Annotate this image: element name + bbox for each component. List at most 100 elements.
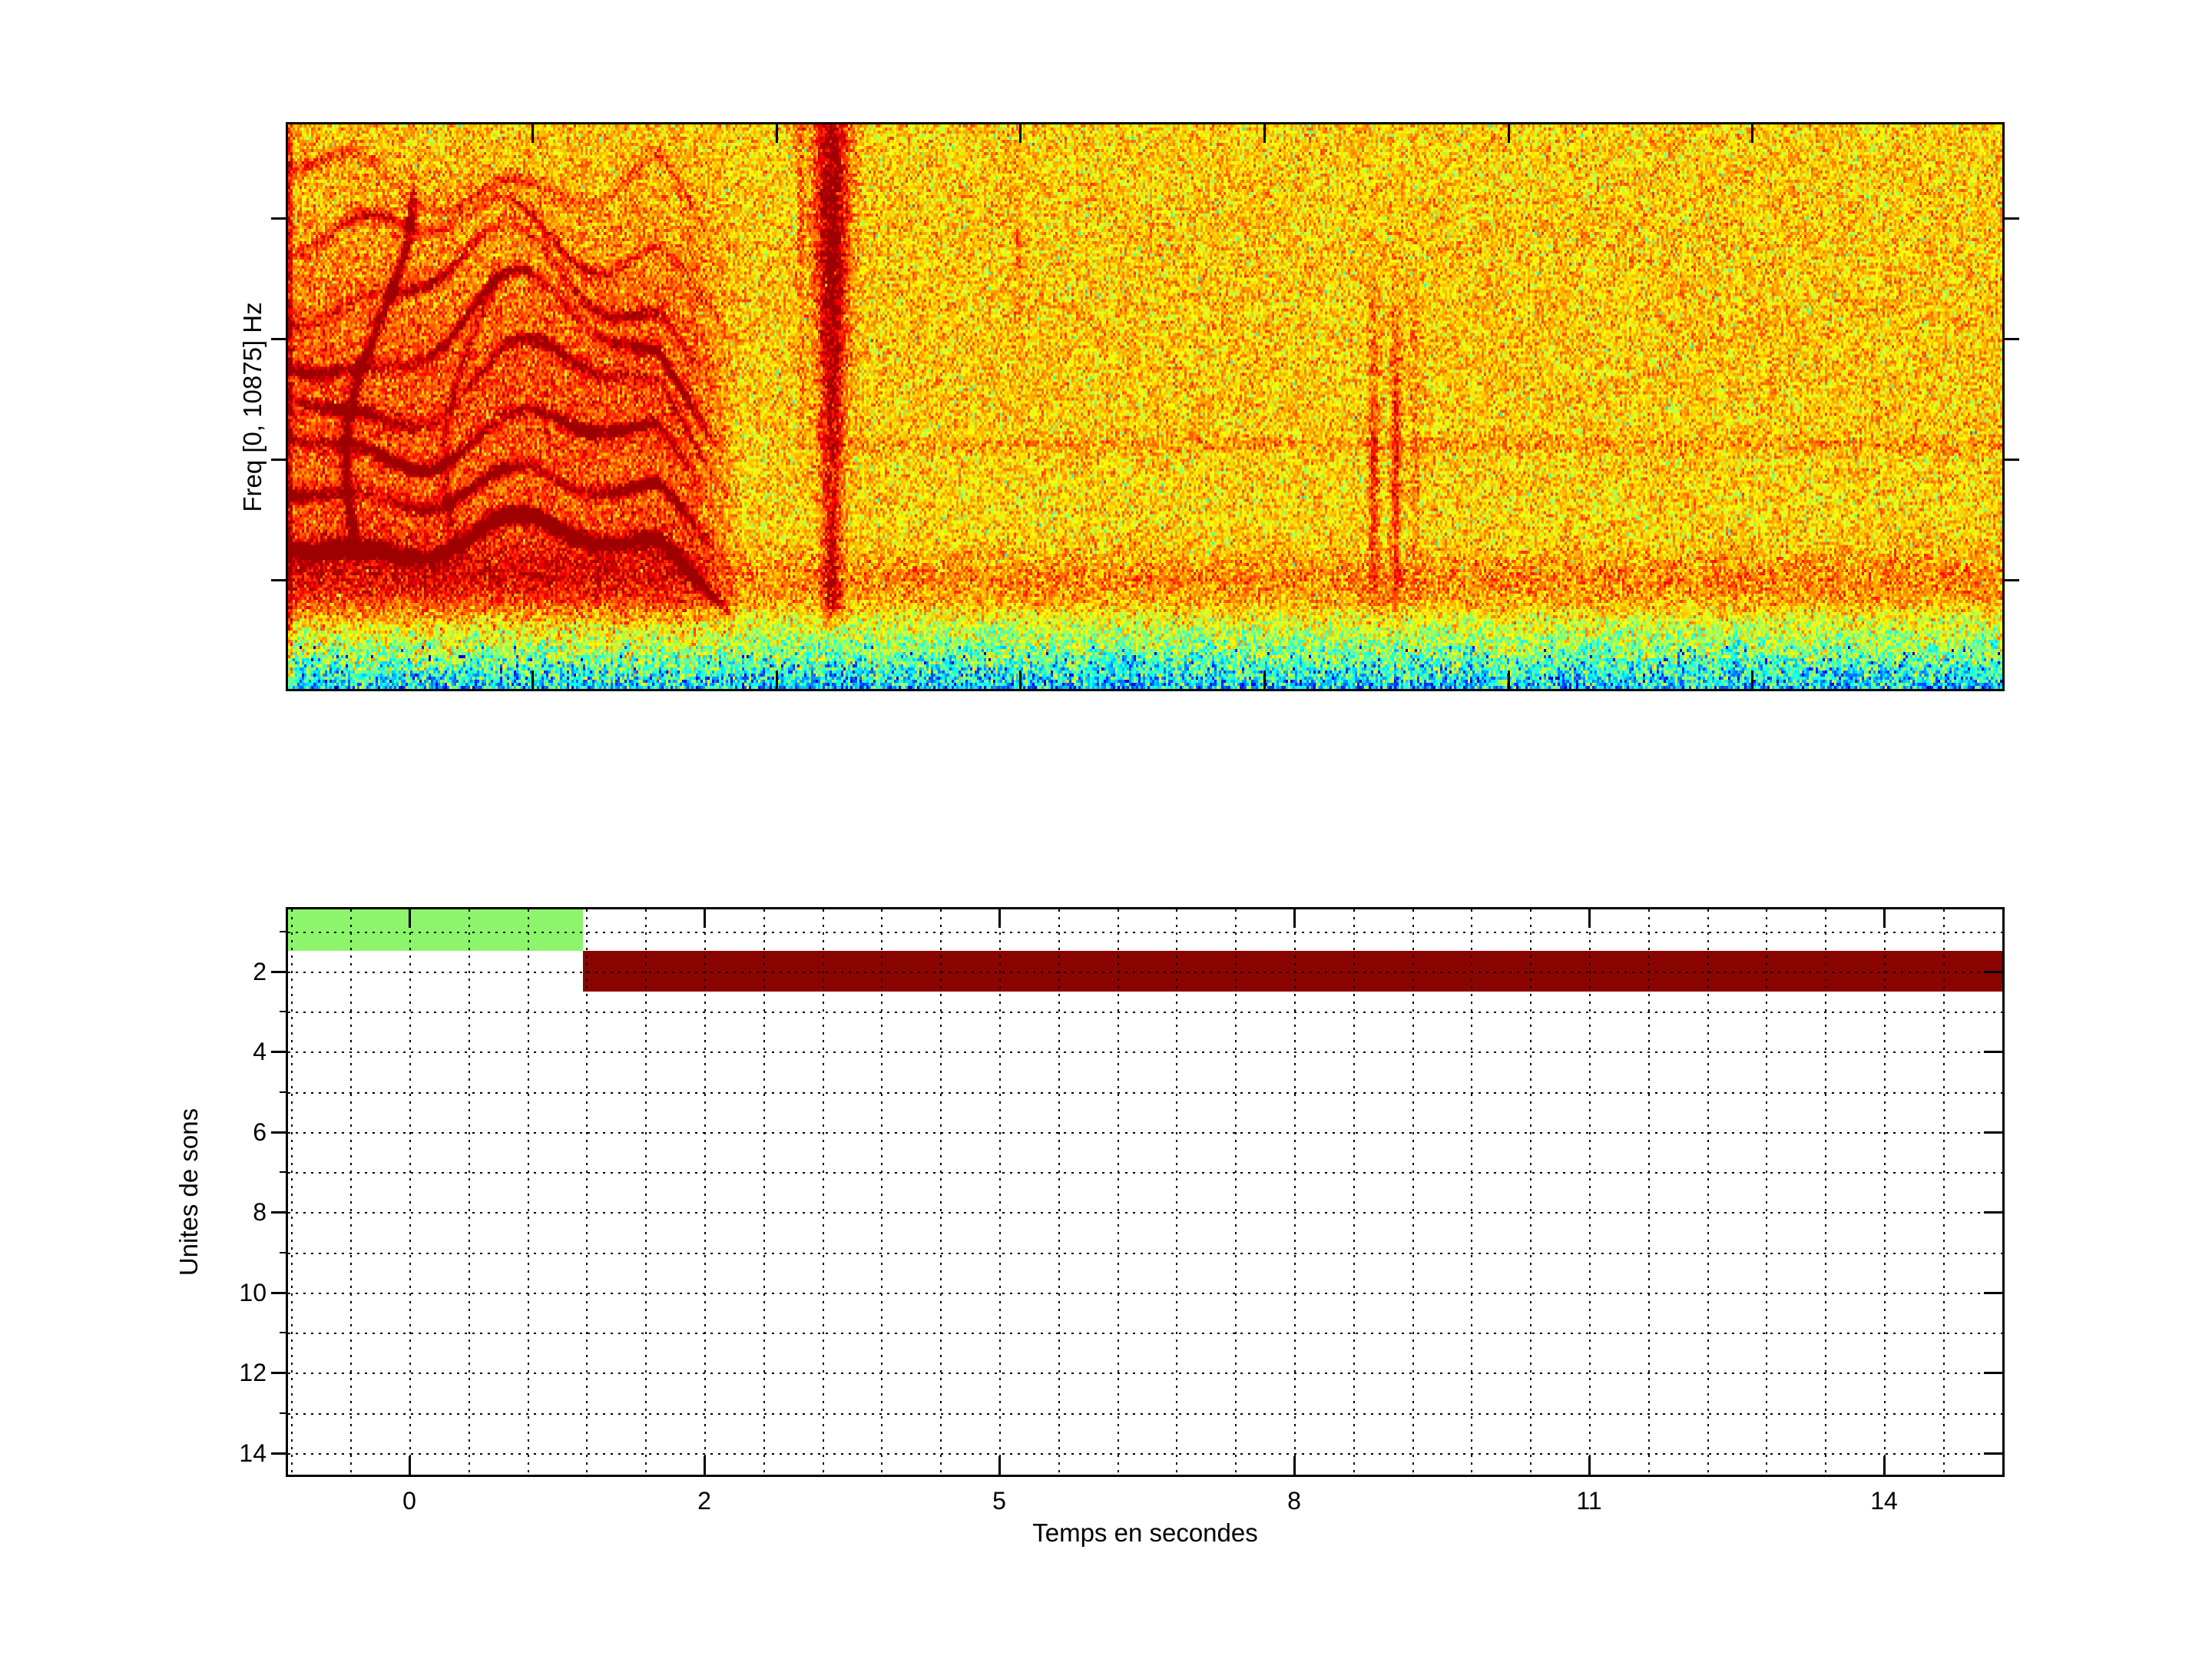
y-tick-major	[271, 1211, 288, 1214]
spectrogram-image	[288, 124, 2002, 689]
major-gridline-h	[288, 1131, 2002, 1134]
y-tick-label: 10	[239, 1278, 267, 1306]
y-tick-minor	[280, 930, 288, 932]
y-tick-minor	[280, 1091, 288, 1093]
y-tick-inner-right	[1984, 1291, 2002, 1294]
x-tick-inner-bottom	[1883, 1456, 1886, 1475]
y-tick-major	[271, 1051, 288, 1054]
y-tick-inner-right	[1984, 1372, 2002, 1375]
y-tick-inner-right	[1984, 970, 2002, 973]
spec-x-tick-inner-bottom	[1263, 671, 1266, 689]
gridline-v	[999, 909, 1001, 1475]
spec-y-tick-outer-right	[2002, 338, 2019, 340]
x-tick-label: 11	[1576, 1487, 1602, 1515]
gridline-v	[1707, 909, 1709, 1475]
gridline-v	[350, 909, 353, 1475]
x-tick-label: 8	[1287, 1487, 1301, 1515]
major-gridline-h	[288, 1292, 2002, 1294]
y-tick-label: 4	[253, 1038, 267, 1066]
y-tick-major	[271, 1131, 288, 1134]
x-tick-inner-bottom	[1588, 1456, 1591, 1475]
minor-gridline-h	[288, 931, 2002, 933]
spectrogram-ylabel: Freq [0, 10875] Hz	[238, 302, 267, 512]
gridline-v	[409, 909, 411, 1475]
spec-x-tick-inner-top	[1263, 124, 1266, 143]
minor-gridline-h	[288, 1172, 2002, 1174]
gridline-v	[1530, 909, 1532, 1475]
minor-gridline-h	[288, 1412, 2002, 1415]
minor-gridline-h	[288, 1333, 2002, 1335]
units-ylabel: Unites de sons	[174, 1108, 203, 1277]
gridline-v	[1412, 909, 1414, 1475]
x-tick-label: 0	[402, 1487, 416, 1515]
segment-bar-unit-1	[288, 909, 583, 951]
spec-x-tick-inner-top	[1508, 124, 1510, 143]
y-tick-label: 6	[253, 1118, 267, 1146]
gridline-v	[822, 909, 824, 1475]
y-tick-major	[271, 1372, 288, 1375]
gridline-v	[1766, 909, 1768, 1475]
y-tick-label: 14	[239, 1439, 267, 1467]
gridline-v	[881, 909, 883, 1475]
gridline-v	[527, 909, 529, 1475]
gridline-v	[1884, 909, 1886, 1475]
gridline-v	[1176, 909, 1178, 1475]
y-tick-major	[271, 970, 288, 973]
x-tick-label: 5	[992, 1487, 1006, 1515]
gridline-v	[468, 909, 470, 1475]
major-gridline-h	[288, 1051, 2002, 1054]
y-tick-minor	[280, 1011, 288, 1013]
gridline-v	[1235, 909, 1237, 1475]
minor-gridline-h	[288, 1012, 2002, 1014]
y-tick-label: 8	[253, 1198, 267, 1227]
spec-x-tick-inner-top	[1019, 124, 1022, 143]
x-tick-inner-bottom	[409, 1456, 411, 1475]
spec-x-tick-inner-top	[1751, 124, 1753, 143]
gridline-v	[1942, 909, 1945, 1475]
gridline-v	[1353, 909, 1355, 1475]
figure-root: Freq [0, 10875] Hz Unites de sons Temps …	[0, 0, 2212, 1659]
spec-x-tick-inner-bottom	[531, 671, 534, 689]
gridline-v	[940, 909, 942, 1475]
gridline-v	[1117, 909, 1119, 1475]
spec-x-tick-inner-top	[531, 124, 534, 143]
y-tick-minor	[280, 1332, 288, 1334]
x-tick-inner-top	[998, 909, 1001, 928]
spec-y-tick-outer-right	[2002, 579, 2019, 581]
gridline-v	[1825, 909, 1827, 1475]
gridline-v	[291, 909, 293, 1475]
gridline-v	[586, 909, 588, 1475]
spec-x-tick-inner-top	[776, 124, 778, 143]
spec-y-tick-outer-left	[271, 217, 288, 220]
y-tick-inner-right	[1984, 1211, 2002, 1214]
y-tick-major	[271, 1291, 288, 1294]
y-tick-label: 2	[253, 957, 267, 985]
x-tick-inner-bottom	[704, 1456, 706, 1475]
y-tick-minor	[280, 1412, 288, 1414]
x-tick-inner-bottom	[1293, 1456, 1296, 1475]
x-tick-label: 2	[697, 1487, 711, 1515]
gridline-v	[1294, 909, 1296, 1475]
major-gridline-h	[288, 971, 2002, 973]
y-tick-major	[271, 1452, 288, 1455]
spec-y-tick-outer-left	[271, 579, 288, 581]
y-tick-inner-right	[1984, 1051, 2002, 1054]
minor-gridline-h	[288, 1252, 2002, 1254]
spec-y-tick-outer-right	[2002, 217, 2019, 220]
gridline-v	[1589, 909, 1591, 1475]
spec-x-tick-inner-bottom	[1751, 671, 1753, 689]
y-tick-minor	[280, 1171, 288, 1174]
x-tick-inner-top	[1293, 909, 1296, 928]
units-plot-area	[288, 909, 2002, 1475]
spec-x-tick-inner-bottom	[1508, 671, 1510, 689]
y-tick-inner-right	[1984, 1131, 2002, 1134]
units-xlabel: Temps en secondes	[1032, 1518, 1258, 1547]
gridline-v	[1471, 909, 1473, 1475]
x-tick-inner-top	[704, 909, 706, 928]
gridline-v	[1058, 909, 1060, 1475]
x-tick-inner-top	[1883, 909, 1886, 928]
gridline-v	[704, 909, 706, 1475]
gridline-v	[1647, 909, 1650, 1475]
y-tick-inner-right	[1984, 1452, 2002, 1455]
spec-y-tick-outer-right	[2002, 459, 2019, 461]
